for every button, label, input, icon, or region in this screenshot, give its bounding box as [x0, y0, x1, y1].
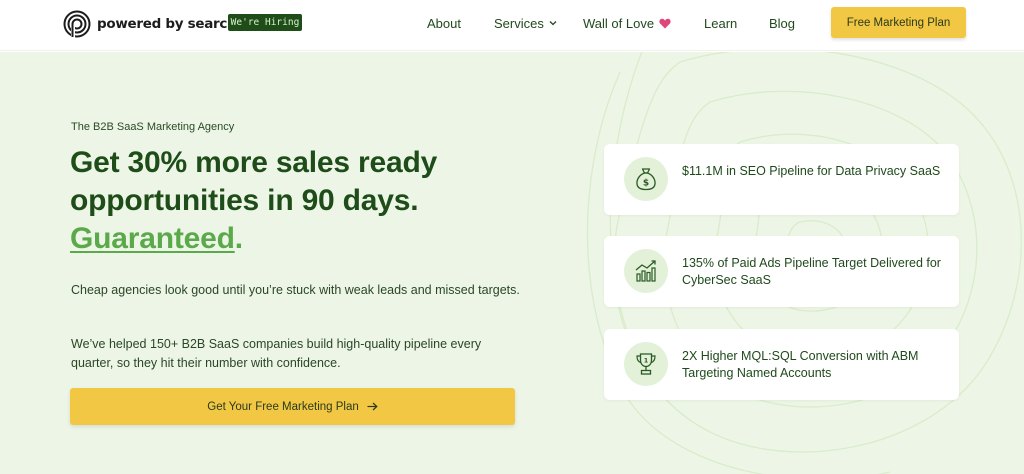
nav-about-label: About	[427, 15, 461, 31]
card-icon-wrapper: $	[624, 157, 668, 201]
money-bag-icon: $	[636, 168, 656, 191]
growth-chart-icon	[635, 260, 656, 282]
nav-wall-of-love-label: Wall of Love	[583, 15, 655, 31]
result-card-paid-ads[interactable]: 135% of Paid Ads Pipeline Target Deliver…	[604, 236, 959, 307]
logo-link[interactable]: powered by search	[63, 10, 237, 38]
eyebrow-text: The B2B SaaS Marketing Agency	[71, 121, 235, 133]
free-marketing-plan-button[interactable]: Free Marketing Plan	[831, 7, 966, 38]
headline-line-3: Guaranteed.	[70, 220, 540, 258]
site-header: powered by search We're Hiring About Ser…	[0, 0, 1024, 51]
card-icon-wrapper	[624, 249, 668, 293]
card-icon-wrapper: 1	[624, 342, 668, 386]
nav-blog-label: Blog	[769, 15, 796, 31]
hero-headline: Get 30% more sales ready opportunities i…	[70, 144, 540, 258]
trophy-icon: 1	[636, 353, 656, 375]
headline-line-2: opportunities in 90 days.	[70, 184, 419, 217]
nav-wall-of-love[interactable]: Wall of Love	[583, 14, 671, 32]
page: powered by search We're Hiring About Ser…	[0, 0, 1024, 474]
arrow-right-icon	[367, 402, 378, 411]
nav-about[interactable]: About	[427, 14, 461, 32]
result-card-abm[interactable]: 1 2X Higher MQL:SQL Conversion with ABM …	[604, 329, 959, 400]
headline-line-1: Get 30% more sales ready	[70, 146, 438, 179]
nav-services-label: Services	[494, 15, 544, 31]
nav-blog[interactable]: Blog	[769, 14, 795, 32]
logo-mark-icon	[63, 10, 91, 38]
hiring-badge[interactable]: We're Hiring	[228, 14, 302, 31]
hero-paragraph-2: We’ve helped 150+ B2B SaaS companies bui…	[71, 337, 482, 370]
cta-main-label: Get Your Free Marketing Plan	[207, 400, 359, 413]
card-text: 2X Higher MQL:SQL Conversion with ABM Ta…	[682, 349, 919, 380]
hero-paragraph-1: Cheap agencies look good until you’re st…	[71, 283, 520, 297]
card-text: 135% of Paid Ads Pipeline Target Deliver…	[682, 256, 941, 287]
nav-learn-label: Learn	[704, 15, 738, 31]
svg-text:1: 1	[644, 357, 649, 365]
heart-icon	[659, 18, 671, 28]
card-text: $11.1M in SEO Pipeline for Data Privacy …	[682, 164, 941, 178]
logo-text: powered by search	[97, 16, 237, 32]
nav-learn[interactable]: Learn	[704, 14, 737, 32]
svg-text:$: $	[643, 179, 649, 189]
hero-section: The B2B SaaS Marketing Agency Get 30% mo…	[0, 52, 1024, 474]
get-free-marketing-plan-button[interactable]: Get Your Free Marketing Plan	[70, 388, 515, 425]
nav-services[interactable]: Services	[494, 14, 557, 32]
headline-guaranteed: Guaranteed	[70, 222, 235, 255]
chevron-down-icon	[549, 21, 557, 26]
headline-period: .	[234, 222, 243, 255]
result-card-seo[interactable]: $ $11.1M in SEO Pipeline for Data Privac…	[604, 144, 959, 215]
